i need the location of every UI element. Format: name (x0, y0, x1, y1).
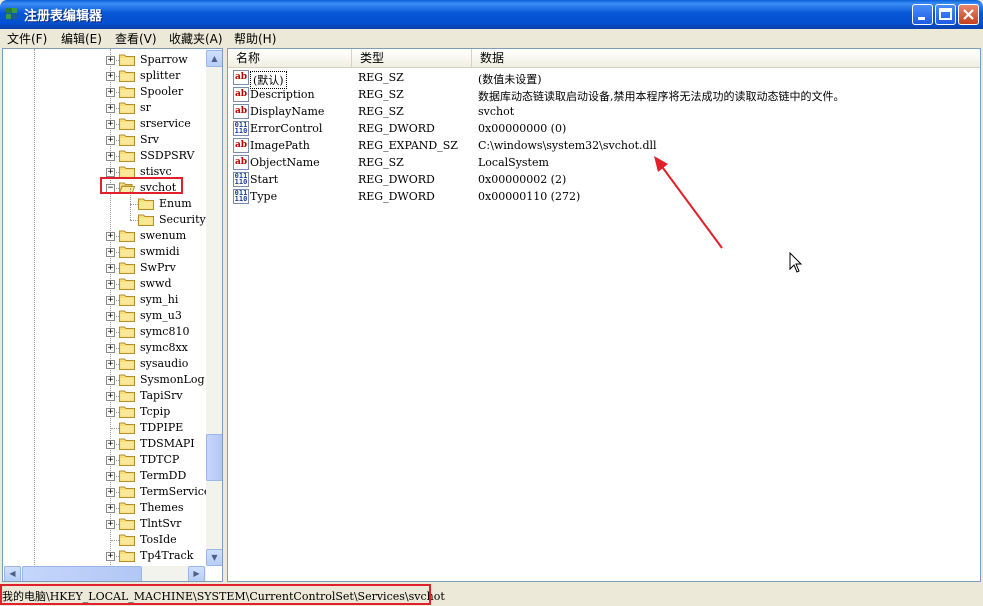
annotation-arrow (654, 156, 723, 249)
mouse-cursor-icon (789, 252, 803, 273)
arrow-head (654, 156, 668, 172)
arrow-line (659, 163, 723, 249)
